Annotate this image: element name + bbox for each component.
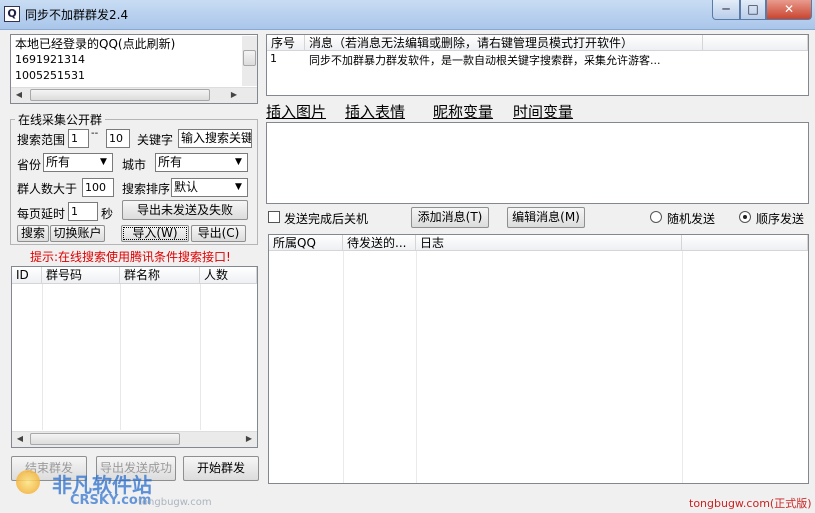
sort-select[interactable]: 默认 ▼ [171,178,248,197]
nickname-var-link[interactable]: 昵称变量 [433,101,493,122]
column-divider [120,284,121,430]
col-msg-no[interactable]: 序号 [267,35,305,51]
time-var-link[interactable]: 时间变量 [513,101,573,122]
chevron-down-icon: ▼ [235,182,242,192]
column-divider [42,284,43,430]
chevron-down-icon: ▼ [100,157,107,167]
app-icon: Q [4,6,20,22]
watermark-url: tongbugw.com [138,497,212,508]
account-vscroll-thumb[interactable] [243,50,256,66]
col-id[interactable]: ID [12,267,42,284]
log-table[interactable] [268,234,809,484]
order-send-radio[interactable] [739,211,751,223]
delay-label: 每页延时 [17,207,66,221]
account-list-header[interactable]: 本地已经登录的QQ(点此刷新) [15,35,175,52]
watermark-logo-icon [16,470,40,494]
scroll-right-icon[interactable]: ▶ [242,432,256,446]
sort-value: 默认 [174,180,199,194]
account-hscroll-thumb[interactable] [30,89,210,101]
account-item[interactable]: 1691921314 [15,53,85,66]
keyword-label: 关键字 [137,133,174,147]
keyword-input[interactable]: 输入搜索关键 [178,129,252,148]
scroll-left-icon[interactable]: ◀ [13,432,27,446]
group-table[interactable] [11,266,258,448]
search-button[interactable]: 搜索 [17,225,49,242]
city-select[interactable]: 所有 ▼ [155,153,248,172]
city-value: 所有 [158,155,183,169]
col-msg-empty [703,35,808,51]
group-hscroll-thumb[interactable] [30,433,180,445]
insert-emoji-link[interactable]: 插入表情 [345,101,405,122]
scroll-left-icon[interactable]: ◀ [12,88,26,102]
range-separator: -- [91,128,99,139]
min-members-label: 群人数大于 [17,182,78,196]
message-row-no[interactable]: 1 [270,52,302,65]
col-pending[interactable]: 待发送的... [343,235,416,251]
sort-label: 搜索排序 [122,182,171,196]
shutdown-label[interactable]: 发送完成后关机 [284,210,368,227]
maximize-button[interactable]: □ [740,0,766,20]
column-divider [343,251,344,483]
switch-account-button[interactable]: 切换账户 [50,225,105,242]
scroll-right-icon[interactable]: ▶ [227,88,241,102]
random-send-radio[interactable] [650,211,662,223]
message-row-text[interactable]: 同步不加群暴力群发软件，是一款自动根关键字搜索群，采集允许游客... [309,52,701,68]
message-editor[interactable] [266,122,809,204]
search-hint: 提示:在线搜索使用腾讯条件搜索接口! [30,250,231,264]
add-message-button[interactable]: 添加消息(T) [411,207,489,228]
col-owner-qq[interactable]: 所属QQ [269,235,343,251]
province-select[interactable]: 所有 ▼ [43,153,113,172]
search-group-title: 在线采集公开群 [15,111,106,128]
col-msg-text[interactable]: 消息（若消息无法编辑或删除，请右键管理员模式打开软件） [305,35,703,51]
start-send-button[interactable]: 开始群发 [183,456,259,481]
delay-unit: 秒 [101,207,114,221]
col-group-name[interactable]: 群名称 [120,267,200,284]
export-button[interactable]: 导出(C) [191,225,246,242]
column-divider [682,251,683,483]
min-members-input[interactable]: 100 [82,178,114,197]
random-send-label[interactable]: 随机发送 [667,210,715,227]
chevron-down-icon: ▼ [235,157,242,167]
col-log-empty [682,235,808,251]
col-log[interactable]: 日志 [416,235,682,251]
province-label: 省份 [17,158,42,172]
range-from-input[interactable]: 1 [68,129,89,148]
delay-input[interactable]: 1 [68,202,98,221]
close-button[interactable]: ✕ [766,0,812,20]
insert-image-link[interactable]: 插入图片 [266,101,326,122]
import-button[interactable]: 导入(W) [121,225,189,242]
range-label: 搜索范围 [17,133,66,147]
col-group-number[interactable]: 群号码 [42,267,120,284]
col-member-count[interactable]: 人数 [200,267,257,284]
account-item[interactable]: 1005251531 [15,69,85,82]
edit-message-button[interactable]: 编辑消息(M) [507,207,585,228]
order-send-label[interactable]: 顺序发送 [756,210,804,227]
column-divider [416,251,417,483]
window-title: 同步不加群群发2.4 [25,8,129,22]
province-value: 所有 [46,155,71,169]
shutdown-checkbox[interactable] [268,211,280,223]
site-label: tongbugw.com(正式版) [689,497,812,510]
column-divider [200,284,201,430]
city-label: 城市 [122,158,147,172]
range-to-input[interactable]: 10 [106,129,130,148]
export-failed-button[interactable]: 导出未发送及失败 [122,200,248,220]
minimize-button[interactable]: ─ [712,0,740,20]
